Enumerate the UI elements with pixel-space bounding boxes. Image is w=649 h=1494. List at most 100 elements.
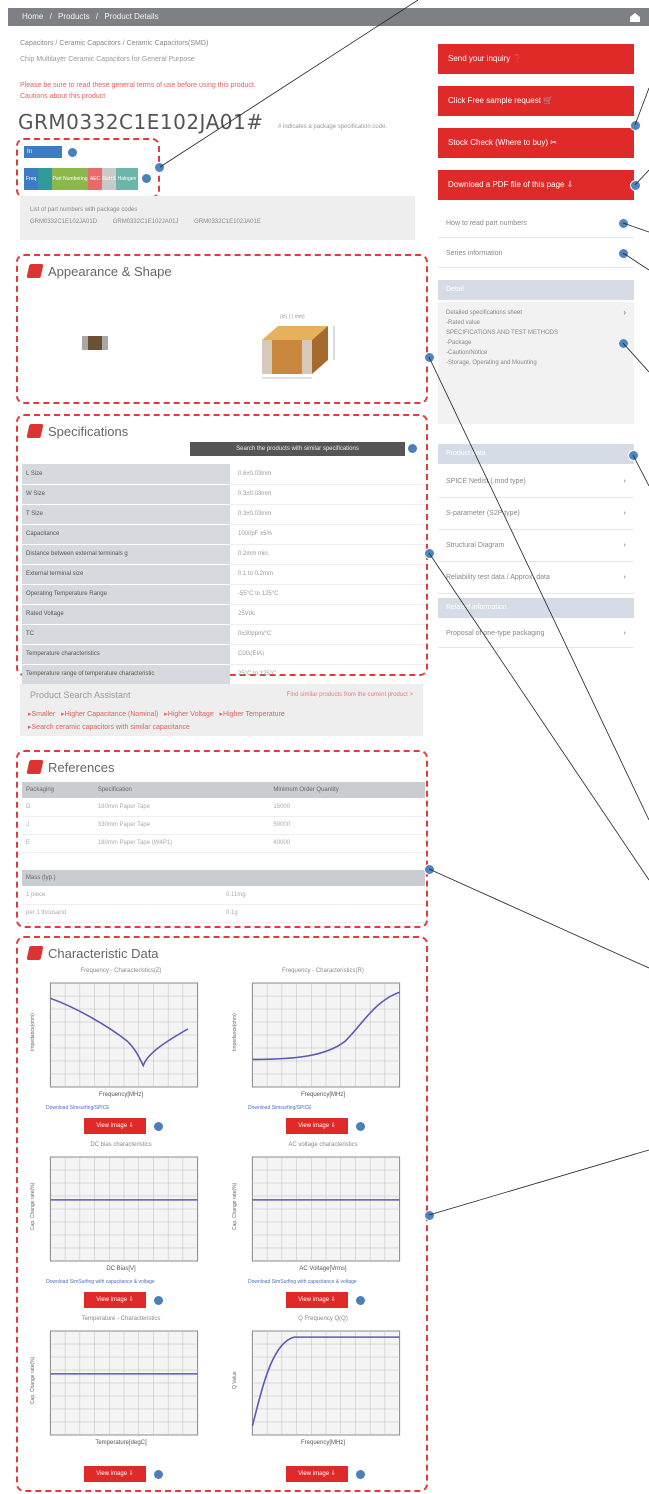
- characteristic-chart: Temperature - Characteristics Cap. Change…: [28, 1316, 214, 1486]
- table-cell: 1 piece: [22, 886, 222, 905]
- chevron-right-icon: ›: [623, 542, 626, 549]
- help-icon[interactable]: [356, 1296, 365, 1305]
- similar-specs-search-button[interactable]: Search the products with similar specifi…: [190, 442, 405, 456]
- table-row: J 330mm Paper Tape 50000: [22, 816, 425, 835]
- breadcrumb-home[interactable]: Home: [22, 12, 43, 21]
- chevron-right-icon: ›: [623, 510, 626, 517]
- assistant-link-higher-voltage[interactable]: ▸Higher Voltage: [164, 711, 213, 718]
- characteristic-chart: AC voltage characteristics Cap. Change ra…: [230, 1142, 416, 1312]
- feature-badge: AEC: [88, 168, 102, 190]
- part-number-guide-link[interactable]: How to read part numbers›: [438, 210, 634, 238]
- spec-key: L Size: [22, 464, 230, 485]
- spec-key: Capacitance: [22, 524, 230, 545]
- help-icon[interactable]: [408, 444, 417, 453]
- specifications-section: Specifications Search the products with …: [16, 414, 428, 685]
- product-data-link[interactable]: S-parameter (S2P type) ›: [438, 498, 634, 530]
- column-header: Minimum Order Quantity: [269, 782, 425, 798]
- download-simsurfing-link[interactable]: Download Simsurfing/SPICE: [46, 1104, 196, 1112]
- spec-key: Temperature range of temperature charact…: [22, 664, 230, 685]
- chart-plot: [251, 1156, 401, 1262]
- table-row: Capacitance 1000pF ±5%: [22, 524, 425, 545]
- view-image-button[interactable]: View image ⇩: [286, 1292, 348, 1308]
- annotation-marker: [630, 120, 641, 131]
- spec-table: L Size 0.6±0.03mm W Size 0.3±0.03mm T Size 0.…: [22, 464, 425, 685]
- characteristic-chart: Q Frequency Q(Q) Q Value Frequency[MHz] Vie…: [230, 1316, 416, 1486]
- package-code-link[interactable]: GRM0332C1E102JA01J: [113, 219, 179, 225]
- notice-terms-link[interactable]: Please be sure to read these general ter…: [20, 80, 350, 91]
- table-row: Distance between external terminals g 0.2…: [22, 544, 425, 565]
- series-information-link[interactable]: Series information›: [438, 240, 634, 268]
- spec-value: 0.6±0.03mm: [230, 464, 425, 485]
- help-icon[interactable]: [154, 1122, 163, 1131]
- status-badge: In Production: [24, 146, 62, 167]
- feature-badge: Part Numbering: [52, 168, 88, 190]
- table-row: E 180mm Paper Tape (W4P1) 40000: [22, 834, 425, 853]
- view-image-button[interactable]: View image ⇩: [286, 1466, 348, 1482]
- view-image-button[interactable]: View image ⇩: [84, 1292, 146, 1308]
- spec-key: T Size: [22, 504, 230, 525]
- help-icon[interactable]: [154, 1296, 163, 1305]
- spec-value: 0.2mm min.: [230, 544, 425, 565]
- notice-caution-link[interactable]: Cautions about this product: [20, 91, 350, 102]
- stock-check-button[interactable]: Stock Check (Where to buy) ✂: [438, 128, 634, 158]
- feature-badge: Halogen Free: [116, 168, 138, 204]
- product-data-link[interactable]: SPICE Netlist (.mod type) ›: [438, 466, 634, 498]
- package-code-link[interactable]: GRM0332C1E102JA01D: [30, 219, 97, 225]
- section-title: Specifications: [26, 424, 128, 439]
- download-simsurfing-link[interactable]: Download SimSurfing with capacitance & v…: [46, 1278, 196, 1286]
- table-row: T Size 0.3±0.03mm: [22, 504, 425, 525]
- related-info-header: Related information: [438, 598, 634, 618]
- annotation-marker: [630, 180, 641, 191]
- view-image-button[interactable]: View image ⇩: [286, 1118, 348, 1134]
- download-simsurfing-link[interactable]: Download SimSurfing with capacitance & v…: [248, 1278, 398, 1286]
- assistant-find-similar-link[interactable]: Find similar products from the current p…: [287, 692, 413, 698]
- spec-value: -55°C to 125°C: [230, 584, 425, 605]
- chart-xlabel: Frequency[MHz]: [300, 1440, 345, 1446]
- spec-key: Distance between external terminals g: [22, 544, 230, 565]
- home-icon[interactable]: [629, 12, 641, 22]
- spec-value: 25°C to 125°C: [230, 664, 425, 685]
- spec-key: TC: [22, 624, 230, 645]
- chart-title: Frequency - Characteristics(R): [282, 968, 364, 974]
- table-cell: 180mm Paper Tape: [93, 798, 270, 817]
- column-header: Packaging: [22, 782, 94, 798]
- part-note: # indicates a package specification code…: [278, 124, 388, 130]
- product-data-link[interactable]: Structural Diagram ›: [438, 530, 634, 562]
- chart-xlabel: Frequency[MHz]: [98, 1092, 143, 1098]
- assistant-link-similar-capacitance[interactable]: ▸Search ceramic capacitors with similar …: [28, 724, 190, 731]
- chart-title: DC bias characteristics: [90, 1142, 152, 1148]
- chart-title: AC voltage characteristics: [288, 1142, 358, 1148]
- detail-spec-sheet-link[interactable]: Detailed specifications sheet -Rated val…: [446, 308, 616, 368]
- annotation-marker: [424, 352, 435, 363]
- breadcrumb-products[interactable]: Products: [58, 12, 90, 21]
- table-cell: 330mm Paper Tape: [93, 816, 270, 835]
- category-breadcrumb[interactable]: Capacitors / Ceramic Capacitors / Cerami…: [20, 40, 208, 47]
- info-icon[interactable]: [142, 174, 151, 183]
- download-pdf-button[interactable]: Download a PDF file of this page ⇩: [438, 170, 634, 200]
- send-inquiry-button[interactable]: Send your inquiry ❓: [438, 44, 634, 74]
- spec-value: 25Vdc: [230, 604, 425, 625]
- help-icon[interactable]: [356, 1470, 365, 1479]
- assistant-link-higher-temperature[interactable]: ▸Higher Temperature: [220, 711, 285, 718]
- status-badge-group: In Production Freq Part Numbering AEC Ro…: [16, 138, 160, 204]
- view-image-button[interactable]: View image ⇩: [84, 1466, 146, 1482]
- section-title: References: [26, 760, 114, 775]
- annotation-marker: [154, 162, 165, 173]
- one-type-packaging-link[interactable]: Proposal of one-type packaging ›: [438, 620, 634, 648]
- characteristic-chart: Frequency - Characteristics(Z) Impedance(…: [28, 968, 214, 1138]
- chip-photo: [82, 336, 108, 350]
- sample-request-button[interactable]: Click Free sample request 🛒: [438, 86, 634, 116]
- assistant-link-higher-capacitance[interactable]: ▸Higher Capacitance (Nominal): [61, 711, 158, 718]
- package-code-link[interactable]: GRM0332C1E102JA01E: [194, 219, 261, 225]
- help-icon[interactable]: [154, 1470, 163, 1479]
- help-icon[interactable]: [356, 1122, 365, 1131]
- column-header: Specification: [93, 782, 270, 798]
- info-icon[interactable]: [68, 148, 77, 157]
- breadcrumb: Home / Products / Product Details: [22, 12, 163, 21]
- view-image-button[interactable]: View image ⇩: [84, 1118, 146, 1134]
- table-row: 1 piece 0.11mg: [22, 886, 425, 905]
- assistant-link-smaller[interactable]: ▸Smaller: [28, 711, 55, 718]
- download-simsurfing-link[interactable]: Download Simsurfing/SPICE: [248, 1104, 398, 1112]
- table-row: Rated Voltage 25Vdc: [22, 604, 425, 625]
- product-data-link[interactable]: Reliability test data / Approx. data ›: [438, 562, 634, 594]
